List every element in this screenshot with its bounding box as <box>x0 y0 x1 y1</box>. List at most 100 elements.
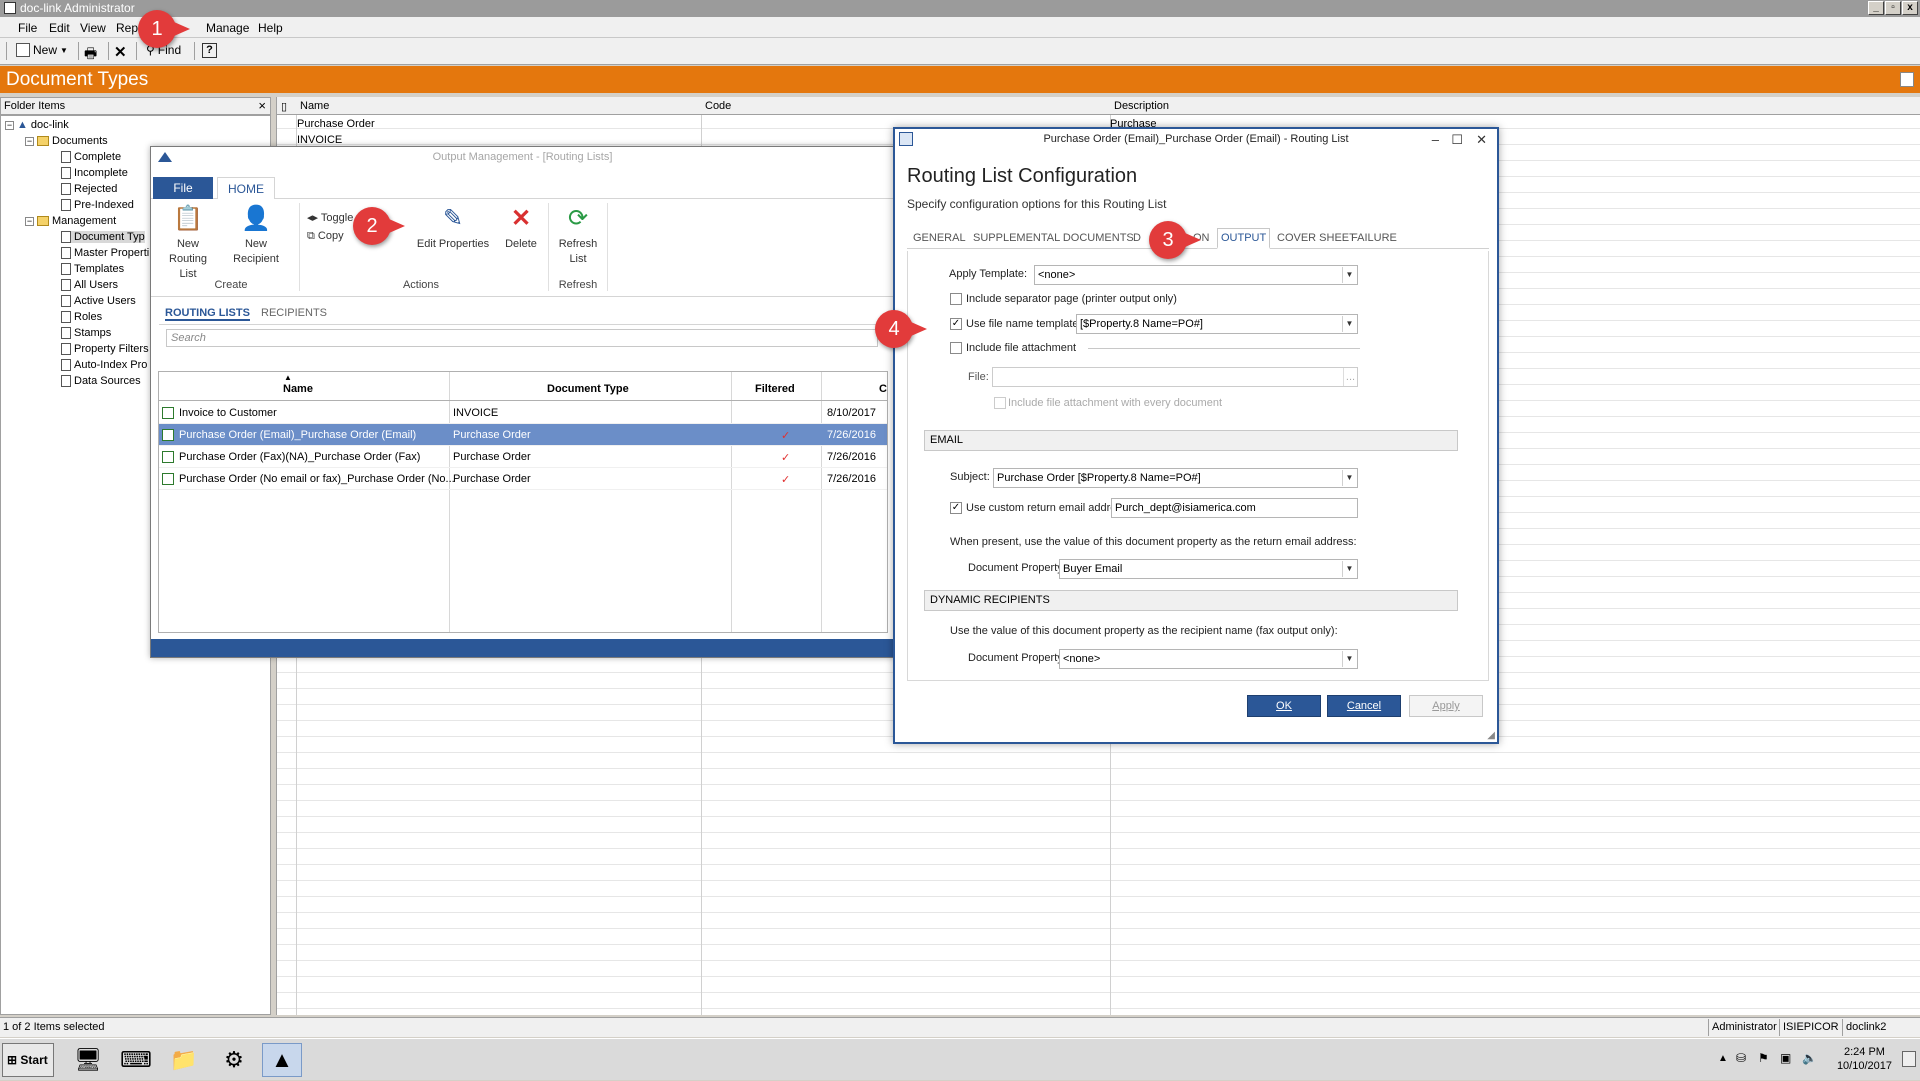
document-icon <box>61 231 71 243</box>
tree-node-complete[interactable]: Complete <box>61 151 121 163</box>
refresh-list-button[interactable]: ⟳ Refresh List <box>555 203 601 267</box>
tab-general[interactable]: GENERAL <box>913 232 966 244</box>
menu-help[interactable]: Help <box>258 21 283 35</box>
powershell-icon[interactable]: ⌨ <box>116 1043 156 1077</box>
table-row[interactable]: Purchase Order Purchase Order <box>297 118 1156 142</box>
subject-select[interactable]: Purchase Order [$Property.8 Name=PO#] ▼ <box>993 468 1358 488</box>
column-filtered[interactable]: Filtered <box>755 383 795 395</box>
menu-file[interactable]: File <box>18 21 37 35</box>
include-attachment-checkbox[interactable] <box>950 342 962 354</box>
search-input[interactable]: Search <box>166 329 878 347</box>
table-row-selected[interactable]: Purchase Order (Email)_Purchase Order (E… <box>159 424 887 446</box>
new-routing-list-button[interactable]: 📋 New Routing List <box>159 203 217 282</box>
return-email-input[interactable]: Purch_dept@isiamerica.com <box>1111 498 1358 518</box>
column-code[interactable]: Code <box>705 100 731 112</box>
tree-node-property-filters[interactable]: Property Filters <box>61 343 149 355</box>
database-icon <box>61 375 71 387</box>
tree-node-management[interactable]: − Management <box>25 215 116 227</box>
apply-button[interactable]: Apply <box>1409 695 1483 717</box>
cancel-button[interactable]: Cancel <box>1327 695 1401 717</box>
custom-return-checkbox[interactable]: ✓ <box>950 502 962 514</box>
tree-node-document-types[interactable]: Document Typ <box>61 231 145 243</box>
new-recipient-button[interactable]: 👤 New Recipient <box>227 203 285 267</box>
maximize-button[interactable]: ▫ <box>1885 1 1901 15</box>
apply-template-select[interactable]: <none> ▼ <box>1034 265 1358 285</box>
tab-distribution[interactable]: D <box>1133 232 1141 244</box>
tree-node-auto-index[interactable]: Auto-Index Pro <box>61 359 147 371</box>
column-name[interactable]: Name <box>300 100 329 112</box>
tree-node-templates[interactable]: Templates <box>61 263 124 275</box>
tree-node-master-properties[interactable]: Master Properti <box>61 247 149 259</box>
column-name[interactable]: Name <box>283 383 313 395</box>
tree-node-rejected[interactable]: Rejected <box>61 183 117 195</box>
include-every-checkbox[interactable] <box>994 397 1006 409</box>
include-separator-checkbox[interactable] <box>950 293 962 305</box>
copy-button[interactable]: ⧉ Copy <box>307 230 344 243</box>
tree-node-doc-link[interactable]: − ▲ doc-link <box>5 119 69 131</box>
table-row[interactable]: INVOICE <box>297 134 342 146</box>
file-input[interactable]: ... <box>992 367 1358 387</box>
edit-properties-button[interactable]: ✎ Edit Properties <box>413 203 493 252</box>
tree-node-all-users[interactable]: All Users <box>61 279 118 291</box>
tree-node-stamps[interactable]: Stamps <box>61 327 111 339</box>
doclink-taskbar-icon[interactable]: ▲ <box>262 1043 302 1077</box>
document-property-2-select[interactable]: <none> ▼ <box>1059 649 1358 669</box>
callout-4: 4 <box>875 310 927 348</box>
document-property-select[interactable]: Buyer Email ▼ <box>1059 559 1358 579</box>
use-file-name-checkbox[interactable]: ✓ <box>950 318 962 330</box>
file-name-template-select[interactable]: [$Property.8 Name=PO#] ▼ <box>1076 314 1358 334</box>
close-icon[interactable]: ✕ <box>1476 130 1487 150</box>
table-row[interactable]: Invoice to Customer INVOICE 8/10/2017 <box>159 402 887 424</box>
volume-icon[interactable]: 🔈 <box>1802 1051 1817 1065</box>
flag-icon[interactable]: ⚑ <box>1758 1051 1769 1065</box>
tray-expand-icon[interactable]: ▲ <box>1718 1053 1728 1064</box>
help-button[interactable]: ? <box>202 43 217 58</box>
menu-edit[interactable]: Edit <box>49 21 70 35</box>
toggle-button[interactable]: ◂▸ Toggle <box>307 211 353 224</box>
delete-toolbar-button[interactable]: ✕ <box>114 43 127 61</box>
tree-node-documents[interactable]: − Documents <box>25 135 108 147</box>
column-description[interactable]: Description <box>1114 100 1169 112</box>
menu-reports[interactable]: Rep <box>116 21 138 35</box>
close-button[interactable]: x <box>1902 1 1918 15</box>
network-icon[interactable]: ⛁ <box>1736 1051 1746 1065</box>
print-button[interactable]: 🖶 <box>84 43 97 67</box>
display-icon[interactable]: ▣ <box>1780 1051 1791 1065</box>
tree-node-data-sources[interactable]: Data Sources <box>61 375 141 387</box>
minimize-button[interactable]: _ <box>1868 1 1884 15</box>
column-created[interactable]: C <box>879 383 887 395</box>
pin-icon[interactable] <box>1900 72 1914 87</box>
column-document-type[interactable]: Document Type <box>547 383 629 395</box>
tab-file[interactable]: File <box>153 177 213 199</box>
minimize-icon[interactable]: – <box>1432 130 1439 150</box>
table-row[interactable]: Purchase Order (No email or fax)_Purchas… <box>159 468 887 490</box>
new-button[interactable]: New ▼ <box>16 43 68 57</box>
tab-output[interactable]: OUTPUT <box>1217 228 1271 249</box>
show-desktop-icon[interactable] <box>1902 1051 1916 1067</box>
server-manager-icon[interactable]: 🖥 <box>68 1043 108 1077</box>
tab-routing-lists[interactable]: ROUTING LISTS <box>165 307 250 321</box>
tab-cover-sheet[interactable]: COVER SHEET <box>1277 232 1356 244</box>
maximize-icon[interactable]: ☐ <box>1451 130 1463 150</box>
tab-recipients[interactable]: RECIPIENTS <box>261 307 327 319</box>
file-explorer-icon[interactable]: 📁 <box>164 1043 204 1077</box>
clock[interactable]: 2:24 PM 10/10/2017 <box>1837 1045 1892 1073</box>
tree-node-incomplete[interactable]: Incomplete <box>61 167 128 179</box>
tab-home[interactable]: HOME <box>217 177 275 200</box>
app-icon[interactable]: ⚙ <box>214 1043 254 1077</box>
resize-grip-icon[interactable]: ◢ <box>1487 730 1495 741</box>
document-icon <box>61 183 71 195</box>
tab-supplemental-documents[interactable]: SUPPLEMENTAL DOCUMENTS <box>973 232 1134 244</box>
menu-manage[interactable]: Manage <box>206 21 249 35</box>
tree-node-roles[interactable]: Roles <box>61 311 102 323</box>
tree-node-pre-indexed[interactable]: Pre-Indexed <box>61 199 134 211</box>
menu-view[interactable]: View <box>80 21 106 35</box>
browse-button[interactable]: ... <box>1343 368 1357 386</box>
close-pane-icon[interactable]: × <box>258 98 266 114</box>
ok-button[interactable]: OK <box>1247 695 1321 717</box>
delete-button[interactable]: ✕ Delete <box>501 203 541 252</box>
tab-failure[interactable]: FAILURE <box>1351 232 1397 244</box>
start-button[interactable]: ⊞ Start <box>2 1043 54 1077</box>
table-row[interactable]: Purchase Order (Fax)(NA)_Purchase Order … <box>159 446 887 468</box>
tree-node-active-users[interactable]: Active Users <box>61 295 136 307</box>
